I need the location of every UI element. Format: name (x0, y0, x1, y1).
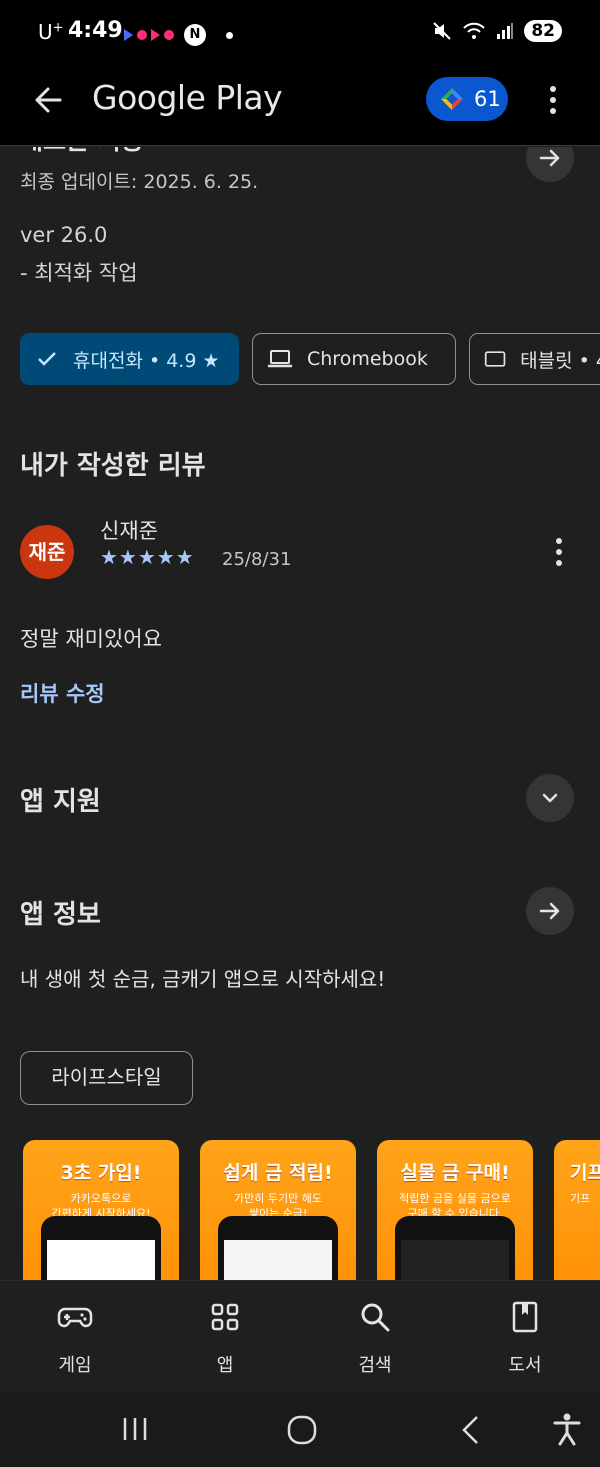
screenshot-2[interactable]: 쉽게 금 적립! 가만히 두기만 해도 쌓이는 순금! (200, 1140, 356, 1280)
app-bar: Google Play 61 (0, 64, 600, 146)
gamepad-icon (57, 1307, 93, 1328)
screenshot-title: 실물 금 구매! (400, 1162, 510, 1184)
notification-dot-icon (137, 30, 147, 40)
app-info-arrow-button[interactable] (526, 887, 574, 935)
phone-mockup (395, 1216, 515, 1280)
bottom-navigation: 게임 앱 검색 도서 (0, 1280, 600, 1392)
edit-review-link[interactable]: 리뷰 수정 (20, 678, 105, 708)
review-text: 정말 재미있어요 (20, 627, 162, 651)
screenshot-subtitle: 기프 (570, 1192, 591, 1205)
laptop-icon (268, 350, 292, 368)
home-icon[interactable] (286, 1414, 318, 1446)
battery-indicator: 82 (524, 20, 562, 42)
review-date: 25/8/31 (222, 549, 292, 570)
nav-search[interactable]: 검색 (300, 1281, 450, 1393)
notification-icons: N (124, 24, 233, 46)
app-support-heading: 앱 지원 (20, 787, 101, 817)
last-updated: 최종 업데이트: 2025. 6. 25. (20, 171, 259, 193)
phone-mockup (41, 1216, 161, 1280)
app-detail-content: 새로운 기능 최종 업데이트: 2025. 6. 25. ver 26.0 - … (0, 147, 600, 1280)
mute-icon (433, 22, 452, 40)
reviewer-name: 신재준 (100, 519, 158, 543)
app-description: 내 생애 첫 순금, 금캐기 앱으로 시작하세요! (20, 967, 386, 991)
arrow-right-icon (539, 902, 560, 920)
clock: 4:49 (68, 18, 123, 43)
chip-phone[interactable]: 휴대전화 • 4.9 ★ (20, 333, 239, 385)
nav-games-label: 게임 (58, 1355, 92, 1376)
tablet-icon (484, 351, 506, 367)
play-points-button[interactable]: 61 (426, 77, 508, 121)
wifi-icon (463, 22, 486, 39)
status-bar: U+ 4:49 N 82 (0, 0, 600, 64)
system-navigation-bar (0, 1392, 600, 1467)
nav-books-label: 도서 (508, 1355, 542, 1376)
nav-apps[interactable]: 앱 (150, 1281, 300, 1393)
search-icon (361, 1303, 390, 1332)
notification-dot-icon (164, 30, 174, 40)
accessibility-icon[interactable] (552, 1412, 582, 1446)
media-play-icon (151, 29, 160, 41)
nav-games[interactable]: 게임 (0, 1281, 150, 1393)
nav-books[interactable]: 도서 (450, 1281, 600, 1393)
avatar: 재준 (20, 525, 74, 579)
category-chip[interactable]: 라이프스타일 (20, 1051, 193, 1105)
n-app-icon: N (184, 24, 206, 46)
my-review-heading: 내가 작성한 리뷰 (20, 451, 206, 481)
recent-apps-icon[interactable] (120, 1414, 150, 1444)
arrow-right-icon (539, 149, 560, 167)
carrier-label: U+ (38, 20, 64, 44)
chip-phone-label: 휴대전화 • 4.9 ★ (73, 349, 220, 372)
nav-apps-label: 앱 (216, 1355, 234, 1376)
screenshot-1[interactable]: 3초 가입! 카카오톡으로 간편하게 시작하세요! (23, 1140, 179, 1280)
whats-new-title: 새로운 기능 (20, 147, 144, 157)
media-play-icon (124, 29, 133, 41)
version-text: ver 26.0 (20, 223, 108, 247)
points-count: 61 (474, 87, 501, 111)
phone-mockup (218, 1216, 338, 1280)
more-vert-icon[interactable] (540, 82, 566, 118)
check-icon (38, 352, 56, 366)
app-title: Google Play (92, 78, 283, 117)
more-notifications-icon (226, 31, 233, 39)
chevron-down-icon (542, 793, 558, 803)
screenshot-title: 쉽게 금 적립! (223, 1162, 333, 1184)
chip-tablet-label: 태블릿 • 4 (520, 349, 600, 372)
apps-grid-icon (211, 1303, 239, 1331)
app-support-expand-button[interactable] (526, 774, 574, 822)
whats-new-arrow-button[interactable] (526, 147, 574, 182)
play-points-icon (441, 88, 463, 110)
chip-chromebook-label: Chromebook (307, 348, 428, 370)
rating-stars: ★★★★★ (100, 545, 195, 569)
back-icon[interactable] (458, 1414, 484, 1446)
review-more-icon[interactable] (548, 535, 570, 569)
screenshot-title: 3초 가입! (60, 1162, 142, 1184)
screenshot-3[interactable]: 실물 금 구매! 적립한 금을 실물 금으로 구매 할 수 있습니다. (377, 1140, 533, 1280)
changelog-text: - 최적화 작업 (20, 261, 138, 285)
nav-search-label: 검색 (358, 1355, 392, 1376)
back-arrow-icon[interactable] (30, 82, 66, 118)
book-icon (512, 1301, 538, 1333)
chip-tablet[interactable]: 태블릿 • 4 (469, 333, 600, 385)
screenshot-title: 기프 (570, 1162, 600, 1184)
signal-icon (497, 23, 514, 39)
screenshot-4[interactable]: 기프 기프 (554, 1140, 600, 1280)
chip-chromebook[interactable]: Chromebook (252, 333, 456, 385)
app-info-heading: 앱 정보 (20, 900, 101, 930)
